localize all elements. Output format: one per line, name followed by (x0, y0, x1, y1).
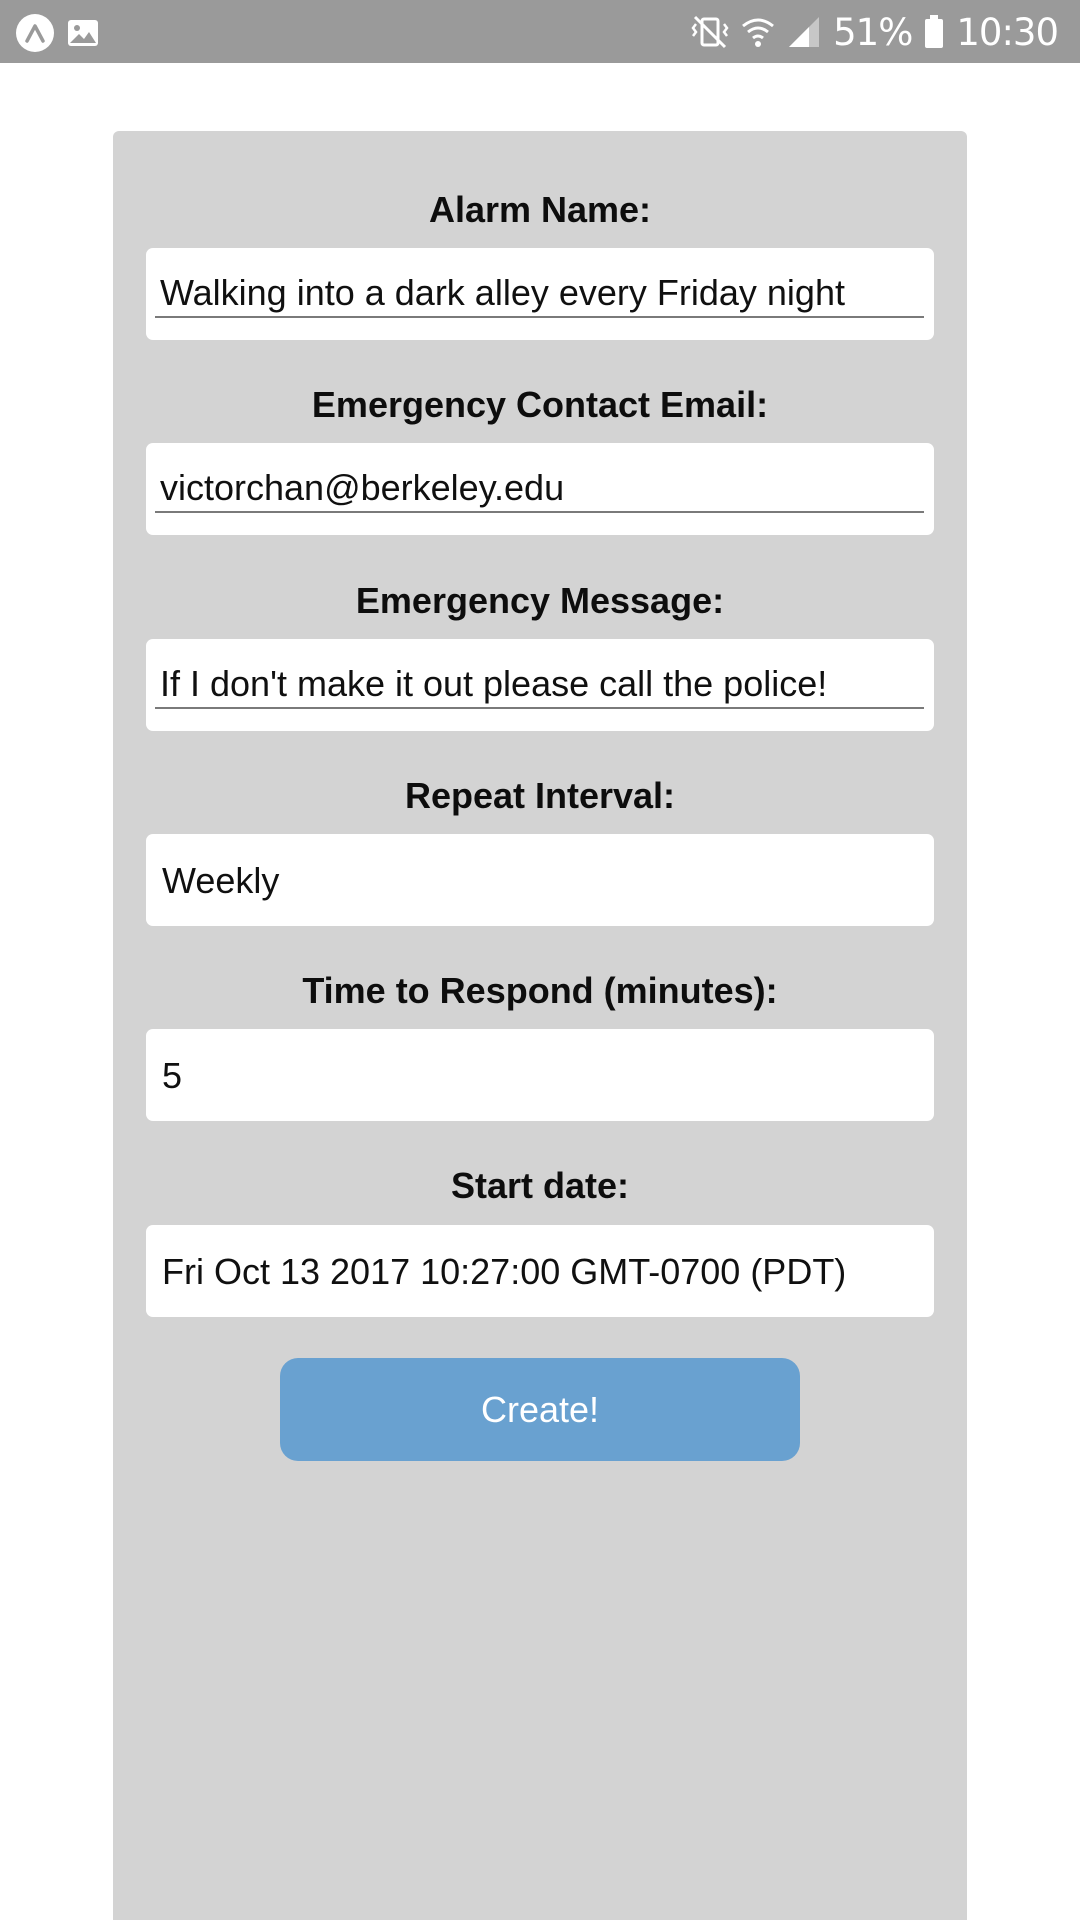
time-to-respond-input[interactable]: 5 (146, 1029, 934, 1121)
contact-email-input[interactable]: victorchan@berkeley.edu (146, 443, 934, 535)
alarm-name-value: Walking into a dark alley every Friday n… (160, 272, 845, 313)
start-date-input[interactable]: Fri Oct 13 2017 10:27:00 GMT-0700 (PDT) (146, 1225, 934, 1317)
status-bar-right: 51% 10:30 (691, 8, 1059, 56)
start-date-label: Start date: (450, 1165, 630, 1206)
emergency-message-value: If I don't make it out please call the p… (160, 663, 828, 704)
time-to-respond-value: 5 (162, 1055, 183, 1096)
repeat-interval-value: Weekly (162, 860, 280, 901)
wifi-icon (741, 14, 775, 50)
emergency-message-underline (155, 707, 924, 709)
time-to-respond-label: Time to Respond (minutes): (302, 970, 778, 1011)
emergency-message-label: Emergency Message: (355, 580, 725, 621)
signal-icon (787, 15, 821, 49)
mute-vibrate-icon (691, 14, 729, 50)
contact-email-value: victorchan@berkeley.edu (160, 467, 565, 508)
alarm-form-panel: Alarm Name: Walking into a dark alley ev… (113, 131, 967, 1920)
battery-percent: 51% (833, 10, 913, 54)
status-bar-left (16, 14, 100, 52)
status-bar: 51% 10:30 (0, 0, 1080, 63)
alarm-name-input[interactable]: Walking into a dark alley every Friday n… (146, 248, 934, 340)
app-a-icon (16, 14, 54, 52)
contact-email-underline (155, 511, 924, 513)
image-icon (66, 18, 100, 48)
repeat-interval-label: Repeat Interval: (404, 775, 676, 816)
clock: 10:30 (956, 10, 1059, 54)
repeat-interval-select[interactable]: Weekly (146, 834, 934, 926)
start-date-value: Fri Oct 13 2017 10:27:00 GMT-0700 (PDT) (162, 1251, 847, 1292)
create-button[interactable]: Create! (280, 1358, 800, 1461)
emergency-message-input[interactable]: If I don't make it out please call the p… (146, 639, 934, 731)
contact-email-label: Emergency Contact Email: (311, 384, 769, 425)
alarm-name-underline (155, 316, 924, 318)
battery-icon (924, 15, 944, 49)
alarm-name-label: Alarm Name: (428, 189, 652, 230)
